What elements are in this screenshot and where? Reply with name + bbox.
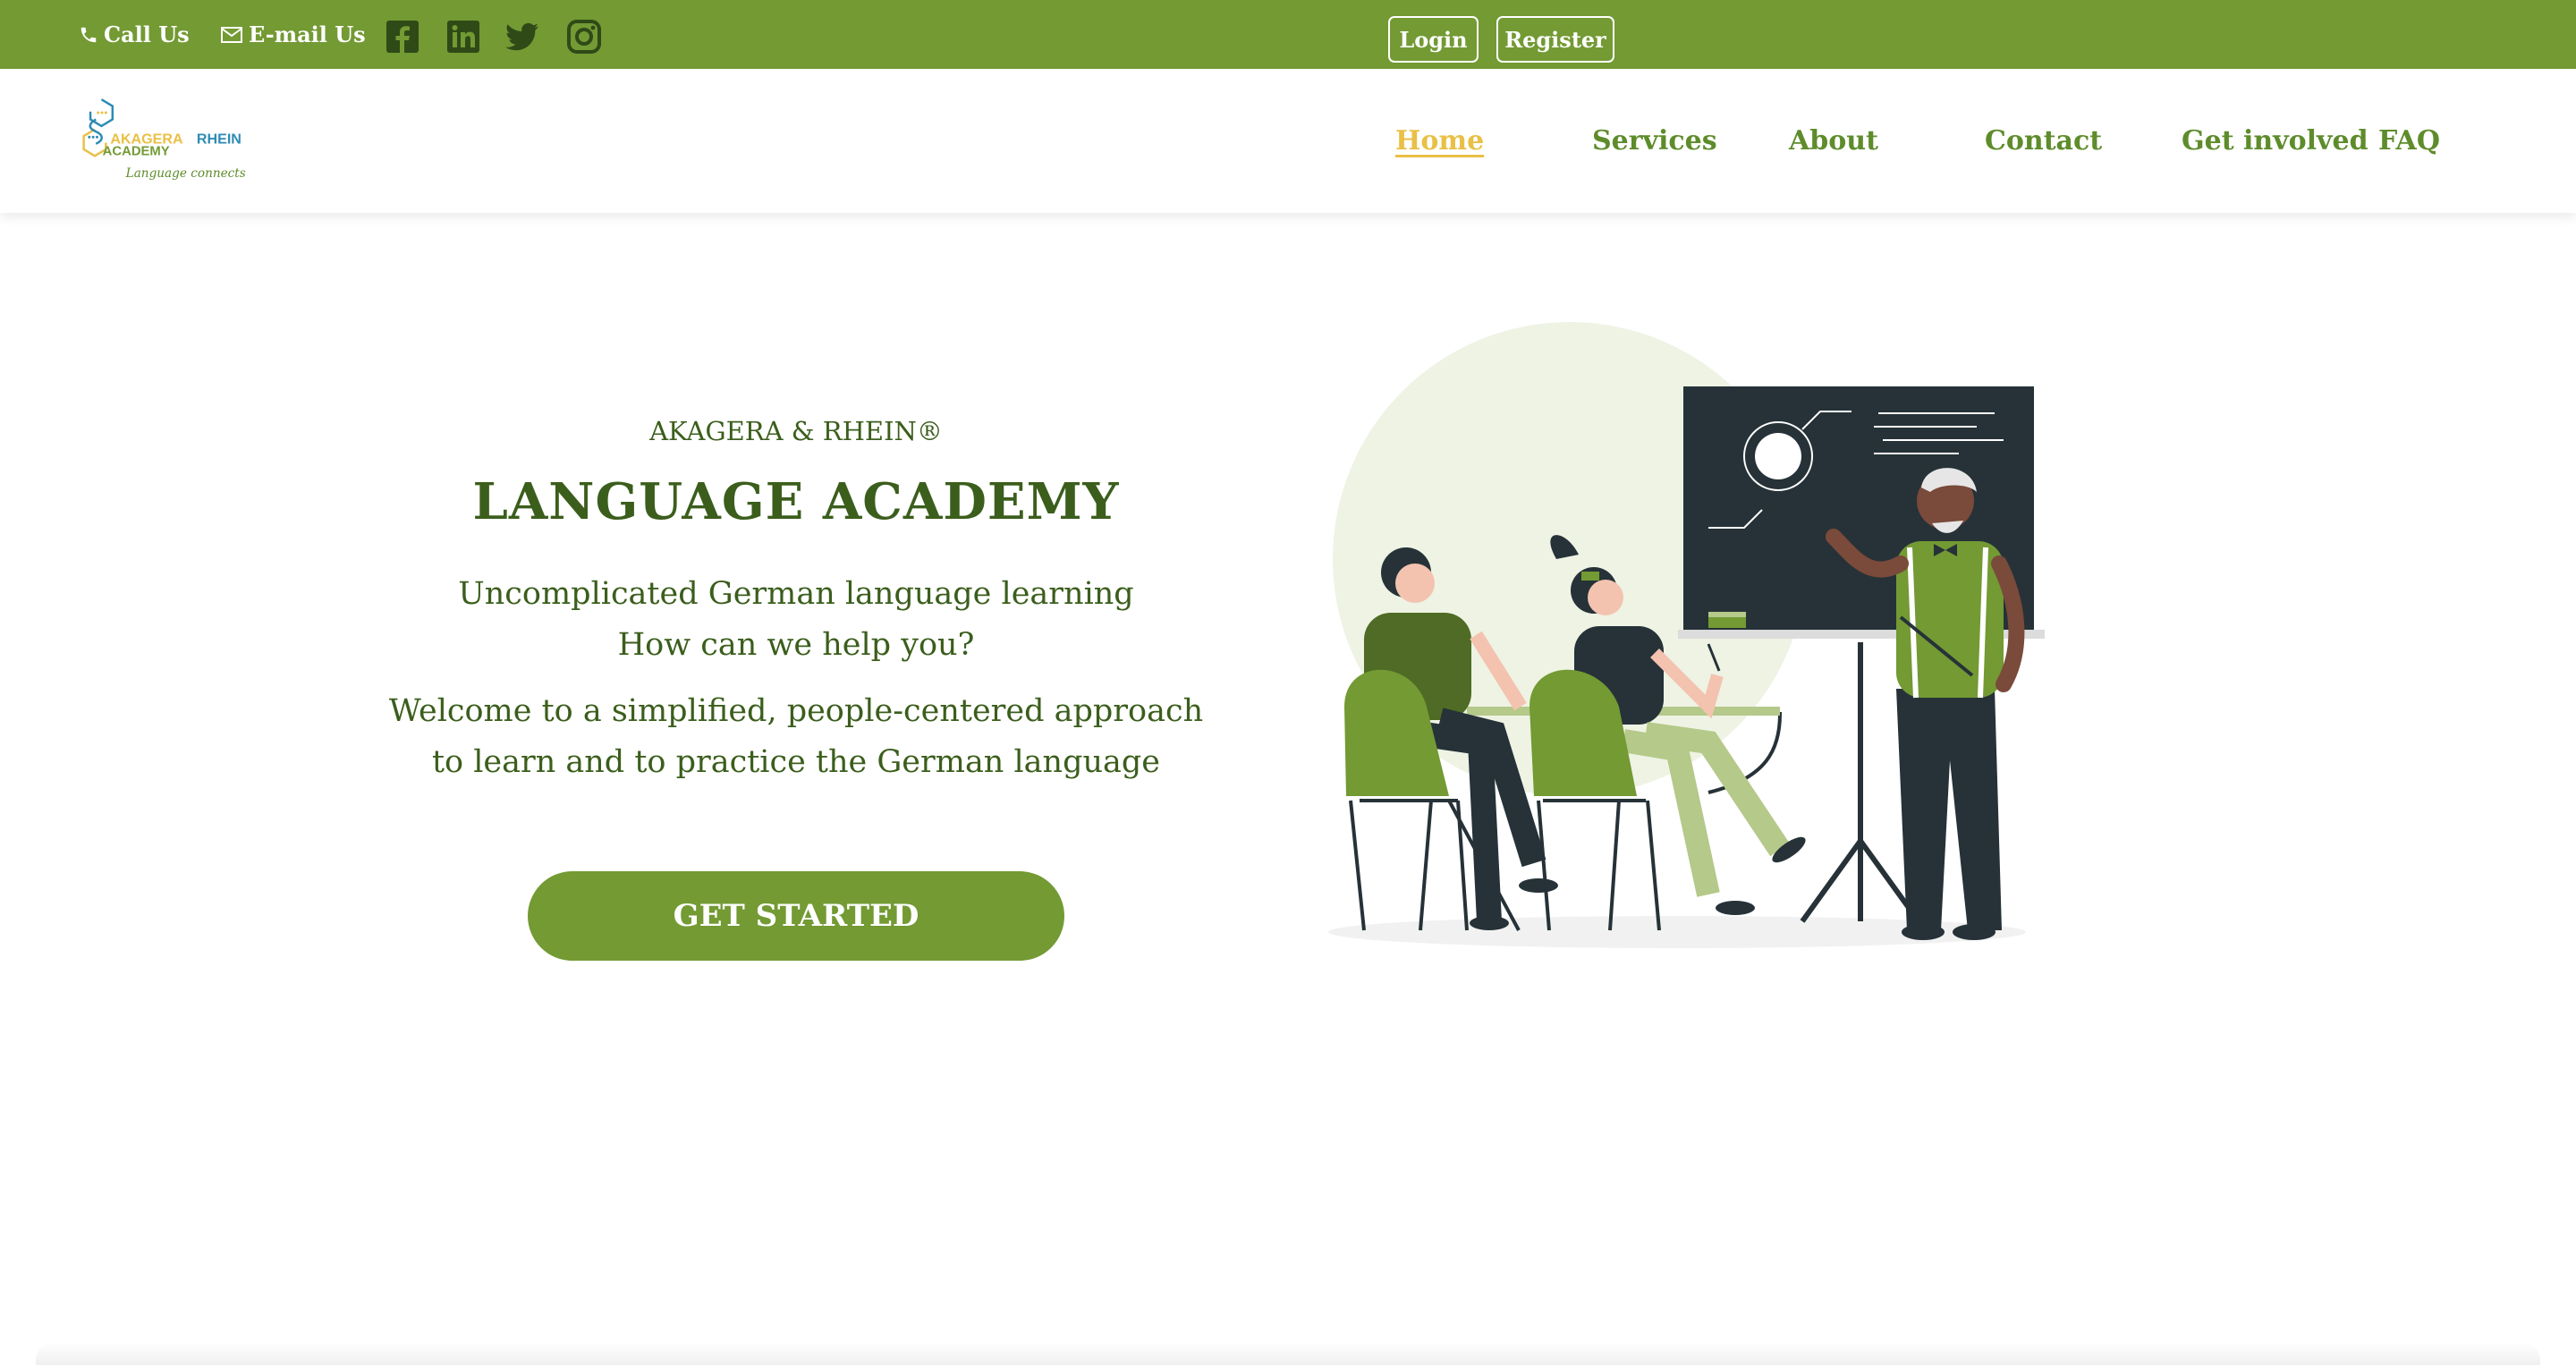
hero-eyebrow: AKAGERA & RHEIN® (649, 416, 943, 446)
logo-word-rhein: RHEIN (197, 131, 242, 148)
nav-about[interactable]: About (1789, 69, 1878, 213)
hero-question: How can we help you? (617, 627, 975, 663)
mail-icon (221, 26, 242, 43)
instagram-icon[interactable] (566, 19, 602, 55)
call-us-label: Call Us (104, 21, 190, 47)
email-us-label: E-mail Us (249, 21, 366, 47)
logo-slogan: Language connects (125, 166, 246, 181)
nav-faq[interactable]: FAQ (2378, 69, 2440, 213)
logo-word-academy: ACADEMY (103, 145, 170, 159)
hero-welcome-line-2: to learn and to practice the German lang… (431, 744, 1161, 780)
facebook-icon[interactable] (385, 19, 420, 55)
top-bar: Call Us E-mail Us Login Register (0, 0, 2576, 69)
email-us-link[interactable]: E-mail Us (220, 0, 366, 69)
akagera-rhein-logo[interactable]: AKAGERA RHEIN ACADEMY Language connects (21, 94, 308, 210)
section-divider-shadow (36, 1342, 2540, 1365)
twitter-icon[interactable] (504, 19, 540, 55)
hero-title: LANGUAGE ACADEMY (472, 472, 1120, 531)
nav-contact[interactable]: Contact (1985, 69, 2102, 213)
linkedin-icon[interactable] (445, 19, 481, 55)
hero-tagline: Uncomplicated German language learning (458, 576, 1134, 612)
login-button[interactable]: Login (1388, 16, 1479, 63)
nav-get-involved[interactable]: Get involved (2182, 69, 2368, 213)
main-navbar: AKAGERA RHEIN ACADEMY Language connects … (0, 69, 2576, 213)
register-button[interactable]: Register (1496, 16, 1614, 63)
get-started-button[interactable]: GET STARTED (528, 871, 1064, 961)
nav-home[interactable]: Home (1395, 69, 1484, 213)
call-us-link[interactable]: Call Us (79, 0, 190, 69)
classroom-illustration (1328, 322, 2045, 948)
phone-icon (80, 27, 97, 42)
nav-services[interactable]: Services (1592, 69, 1717, 213)
hero-welcome-line-1: Welcome to a simplified, people-centered… (388, 693, 1204, 729)
